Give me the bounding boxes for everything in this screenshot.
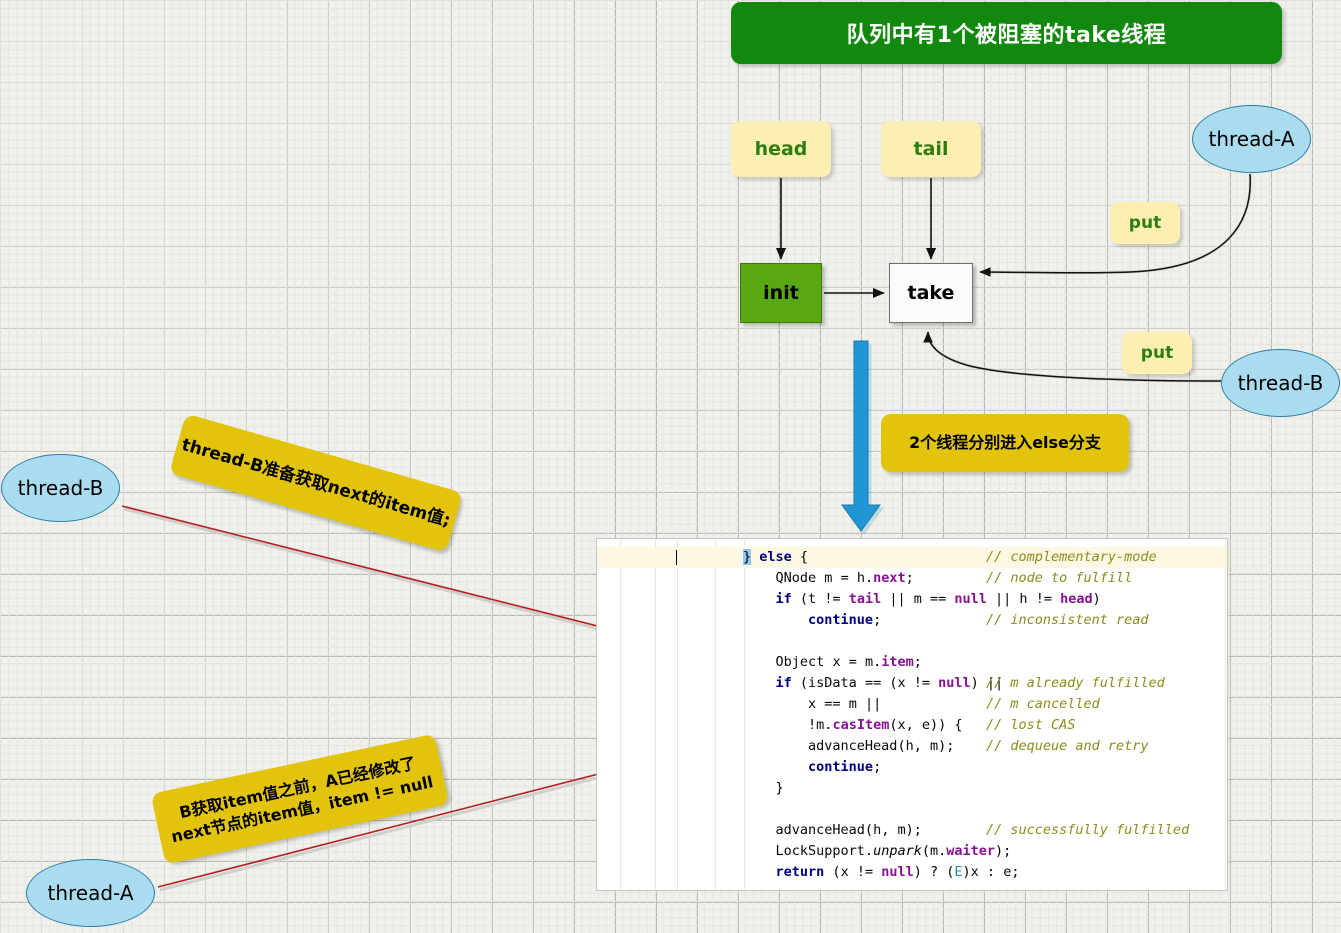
code-line-text: continue; (808, 759, 882, 775)
diagram-canvas: 队列中有1个被阻塞的take线程 head tail init take thr… (0, 0, 1341, 933)
code-line-comment: // successfully fulfilled (986, 822, 1190, 838)
code-line[interactable]: } else { // complementary-mode (597, 547, 1227, 568)
node-tail-label: tail (913, 138, 949, 160)
callout-note-thread-a[interactable]: B获取item值之前，A已经修改了 next节点的item值，item != n… (150, 733, 450, 865)
code-line[interactable]: advanceHead(h, m); // successfully fulfil… (597, 820, 1227, 841)
title-text: 队列中有1个被阻塞的take线程 (846, 23, 1167, 48)
code-line-comment: // complementary-mode (986, 549, 1157, 565)
code-line-text: if (isData == (x != null) || (775, 675, 1004, 691)
text-caret (676, 550, 677, 565)
code-lines: } else { // complementary-mode QNode m = … (597, 539, 1227, 883)
code-line-text: advanceHead(h, m); (775, 822, 922, 838)
thread-b-right-ellipse[interactable]: thread-B (1221, 349, 1340, 417)
code-line-text: return (x != null) ? (E)x : e; (775, 864, 1020, 880)
code-line[interactable] (597, 631, 1227, 652)
node-tail[interactable]: tail (881, 121, 981, 177)
thread-a-right-label: thread-A (1208, 127, 1295, 151)
code-line-comment: // lost CAS (986, 717, 1076, 733)
code-line-text: QNode m = h.next; (775, 570, 914, 586)
code-line[interactable]: LockSupport.unpark(m.waiter); (597, 841, 1227, 862)
code-line-text: } (743, 780, 784, 796)
code-line[interactable]: if (t != tail || m == null || h != head) (597, 589, 1227, 610)
node-head-label: head (754, 138, 808, 160)
callout-else-branch-text: 2个线程分别进入else分支 (909, 433, 1101, 453)
code-line[interactable]: if (isData == (x != null) ||// m already… (597, 673, 1227, 694)
node-take[interactable]: take (889, 263, 973, 323)
callout-note-thread-b-text: thread-B准备获取next的item值; (179, 434, 453, 531)
put-label-lower[interactable]: put (1122, 332, 1192, 374)
code-line-text: } else { (743, 549, 809, 565)
code-line-comment: // node to fulfill (986, 570, 1133, 586)
code-line[interactable]: x == m || // m cancelled (597, 694, 1227, 715)
code-line-comment: // m already fulfilled (986, 675, 1165, 691)
code-line-text: !m.casItem(x, e)) { (743, 717, 963, 733)
thread-b-left-label: thread-B (17, 476, 104, 500)
put-label-upper-text: put (1128, 213, 1162, 233)
code-line-text: advanceHead(h, m); (808, 738, 955, 754)
code-line[interactable]: return (x != null) ? (E)x : e; (597, 862, 1227, 883)
node-init-label: init (763, 282, 799, 304)
node-head[interactable]: head (731, 121, 831, 177)
code-line[interactable]: advanceHead(h, m); // dequeue and retry (597, 736, 1227, 757)
thread-a-left-label: thread-A (47, 881, 134, 905)
code-line[interactable]: continue; // inconsistent read (597, 610, 1227, 631)
put-label-upper[interactable]: put (1110, 202, 1180, 244)
code-line[interactable]: QNode m = h.next; // node to fulfill (597, 568, 1227, 589)
put-label-lower-text: put (1140, 343, 1174, 363)
code-panel[interactable]: } else { // complementary-mode QNode m = … (596, 538, 1228, 891)
code-line[interactable]: } (597, 778, 1227, 799)
code-line-comment: // inconsistent read (986, 612, 1149, 628)
code-line[interactable] (597, 799, 1227, 820)
code-line-text: Object x = m.item; (775, 654, 922, 670)
code-line-comment: // m cancelled (986, 696, 1100, 712)
blue-down-arrow (841, 340, 884, 535)
node-init[interactable]: init (740, 263, 822, 323)
thread-a-left-ellipse[interactable]: thread-A (26, 859, 155, 927)
code-line[interactable]: !m.casItem(x, e)) { // lost CAS (597, 715, 1227, 736)
code-line-comment: // dequeue and retry (986, 738, 1149, 754)
thread-b-right-label: thread-B (1237, 371, 1324, 395)
thread-b-left-ellipse[interactable]: thread-B (1, 454, 120, 522)
code-line-text: x == m || (808, 696, 882, 712)
callout-note-thread-b[interactable]: thread-B准备获取next的item值; (169, 413, 463, 553)
thread-a-right-ellipse[interactable]: thread-A (1192, 105, 1311, 173)
node-take-label: take (907, 282, 955, 304)
code-line-text: LockSupport.unpark(m.waiter); (775, 843, 1012, 859)
title-banner: 队列中有1个被阻塞的take线程 (731, 2, 1282, 64)
code-line[interactable]: Object x = m.item; (597, 652, 1227, 673)
code-line[interactable]: continue; (597, 757, 1227, 778)
code-line-text: continue; (808, 612, 882, 628)
callout-else-branch[interactable]: 2个线程分别进入else分支 (881, 414, 1129, 472)
code-line-text: if (t != tail || m == null || h != head) (775, 591, 1101, 607)
